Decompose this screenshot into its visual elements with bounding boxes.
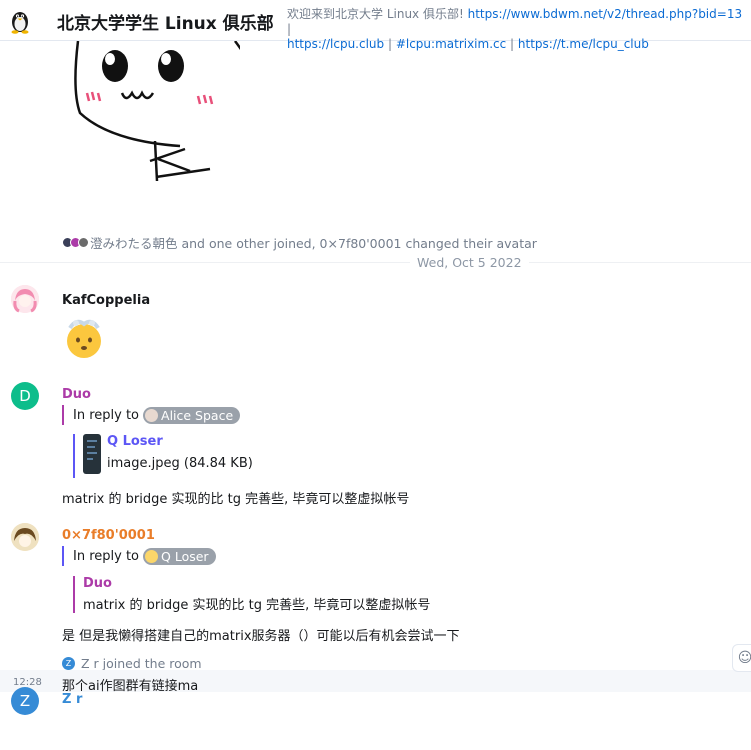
reply-block[interactable]: In reply to Q Loser	[62, 546, 216, 566]
in-reply-line: In reply to Alice Space	[73, 405, 241, 425]
sender-name[interactable]: 0×7f80'0001	[62, 528, 155, 543]
image-thumbnail[interactable]	[83, 434, 101, 474]
avatar: Z	[62, 657, 75, 670]
quote-attachment[interactable]: image.jpeg (84.84 KB)	[107, 456, 253, 471]
avatar	[145, 549, 159, 563]
date-label: Wed, Oct 5 2022	[410, 255, 529, 270]
avatar	[78, 236, 89, 248]
sender-name[interactable]: Duo	[62, 387, 91, 402]
divider	[0, 262, 751, 263]
sender-name[interactable]: Z r	[62, 692, 82, 707]
summary-text: 澄みわたる朝色 and one other joined, 0×7f80'000…	[90, 235, 537, 251]
summary-avatars	[62, 236, 89, 248]
quote-text: matrix 的 bridge 实现的比 tg 完善些, 毕竟可以整虚拟帐号	[83, 598, 431, 613]
anime-character-avatar-icon	[11, 523, 39, 551]
anime-girl-avatar-icon	[11, 285, 39, 313]
topic-text: 欢迎来到北京大学 Linux 俱乐部!	[287, 7, 468, 21]
quote-sender[interactable]: Q Loser	[107, 434, 253, 452]
avatar[interactable]: D	[11, 382, 39, 410]
sender-name[interactable]: KafCoppelia	[62, 293, 150, 308]
pill-label: Q Loser	[161, 548, 209, 564]
pill-label: Alice Space	[161, 407, 234, 423]
tux-penguin-icon[interactable]	[9, 8, 31, 34]
message-timestamp[interactable]: 12:28	[13, 677, 42, 688]
topic-separator: |	[287, 22, 292, 36]
message-body: 那个ai作图群有链接ma	[62, 679, 199, 694]
reply-prefix: In reply to	[73, 548, 140, 564]
dizzy-face-emoji-icon[interactable]	[62, 316, 106, 360]
room-header: 北京大学学生 Linux 俱乐部 ⌄ 欢迎来到北京大学 Linux 俱乐部! h…	[0, 0, 751, 51]
reply-block[interactable]: In reply to Alice Space	[62, 405, 241, 425]
quoted-event[interactable]: Duo matrix 的 bridge 实现的比 tg 完善些, 毕竟可以整虚拟…	[73, 576, 430, 613]
member-event[interactable]: Z Z r joined the room	[62, 656, 202, 671]
in-reply-line: In reply to Q Loser	[73, 546, 216, 566]
membership-summary[interactable]: 澄みわたる朝色 and one other joined, 0×7f80'000…	[62, 234, 537, 251]
date-separator: Wed, Oct 5 2022	[0, 254, 751, 272]
avatar[interactable]	[11, 285, 39, 313]
user-pill[interactable]: Q Loser	[143, 547, 216, 565]
message-body: matrix 的 bridge 实现的比 tg 完善些, 毕竟可以整虚拟帐号	[62, 492, 410, 507]
chevron-down-icon[interactable]: ⌄	[258, 13, 266, 24]
avatar-letter: D	[19, 387, 31, 405]
topic-link-bdwm[interactable]: https://www.bdwm.net/v2/thread.php?bid=1…	[468, 7, 743, 21]
react-smiley-icon[interactable]: ☺	[732, 644, 751, 672]
avatar[interactable]: Z	[11, 687, 39, 715]
cartoon-face-sticker[interactable]	[70, 41, 240, 186]
timeline: 澄みわたる朝色 and one other joined, 0×7f80'000…	[0, 41, 751, 750]
user-pill[interactable]: Alice Space	[143, 406, 241, 424]
avatar-letter: Z	[19, 692, 31, 710]
avatar[interactable]	[11, 523, 39, 551]
message-body: 是 但是我懒得搭建自己的matrix服务器（）可能以后有机会尝试一下	[62, 629, 460, 644]
quoted-event[interactable]: Q Loser image.jpeg (84.84 KB)	[73, 434, 253, 478]
room-name[interactable]: 北京大学学生 Linux 俱乐部	[57, 9, 274, 34]
avatar	[145, 408, 159, 422]
reply-prefix: In reply to	[73, 407, 140, 423]
member-event-text: Z r joined the room	[81, 656, 202, 671]
quote-sender[interactable]: Duo	[83, 576, 430, 594]
